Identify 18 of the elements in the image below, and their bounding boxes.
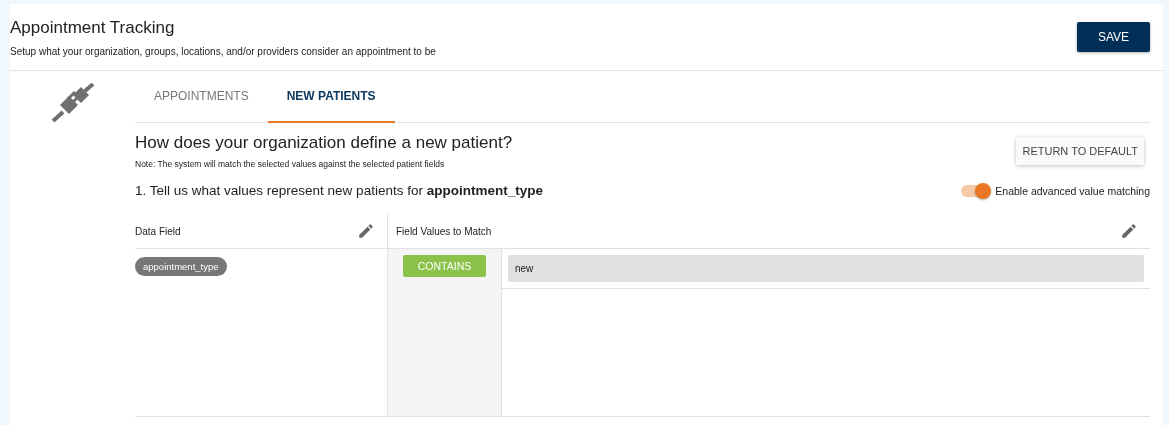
section-heading: How does your organization define a new patient? xyxy=(135,133,513,153)
tab[interactable]: NEW PATIENTS xyxy=(267,71,395,123)
save-button[interactable]: SAVE xyxy=(1076,22,1150,52)
value-field[interactable]: new xyxy=(508,255,1144,282)
column-header: Field Values to Match xyxy=(396,225,492,237)
edit-icon[interactable] xyxy=(357,222,375,240)
return-to-default-button[interactable]: RETURN TO DEFAULT xyxy=(1016,137,1144,165)
tab[interactable]: APPOINTMENTS xyxy=(135,71,268,123)
toggle-switch[interactable] xyxy=(961,184,990,197)
page-subtitle: Setup what your organization, groups, locations, and/or providers consider an appointment to be xyxy=(10,45,436,57)
toggle-label: Enable advanced value matching xyxy=(995,184,1150,197)
step-instruction: 1. Tell us what values represent new patients for appointment_type xyxy=(135,183,543,198)
column-header: Data Field xyxy=(135,225,181,237)
page-title: Appointment Tracking xyxy=(10,17,176,38)
edit-icon[interactable] xyxy=(1120,222,1138,240)
plug-icon xyxy=(50,83,95,123)
field-chip: appointment_type xyxy=(135,257,227,276)
section-note: Note: The system will match the selected values against the selected patient fields xyxy=(135,159,446,169)
